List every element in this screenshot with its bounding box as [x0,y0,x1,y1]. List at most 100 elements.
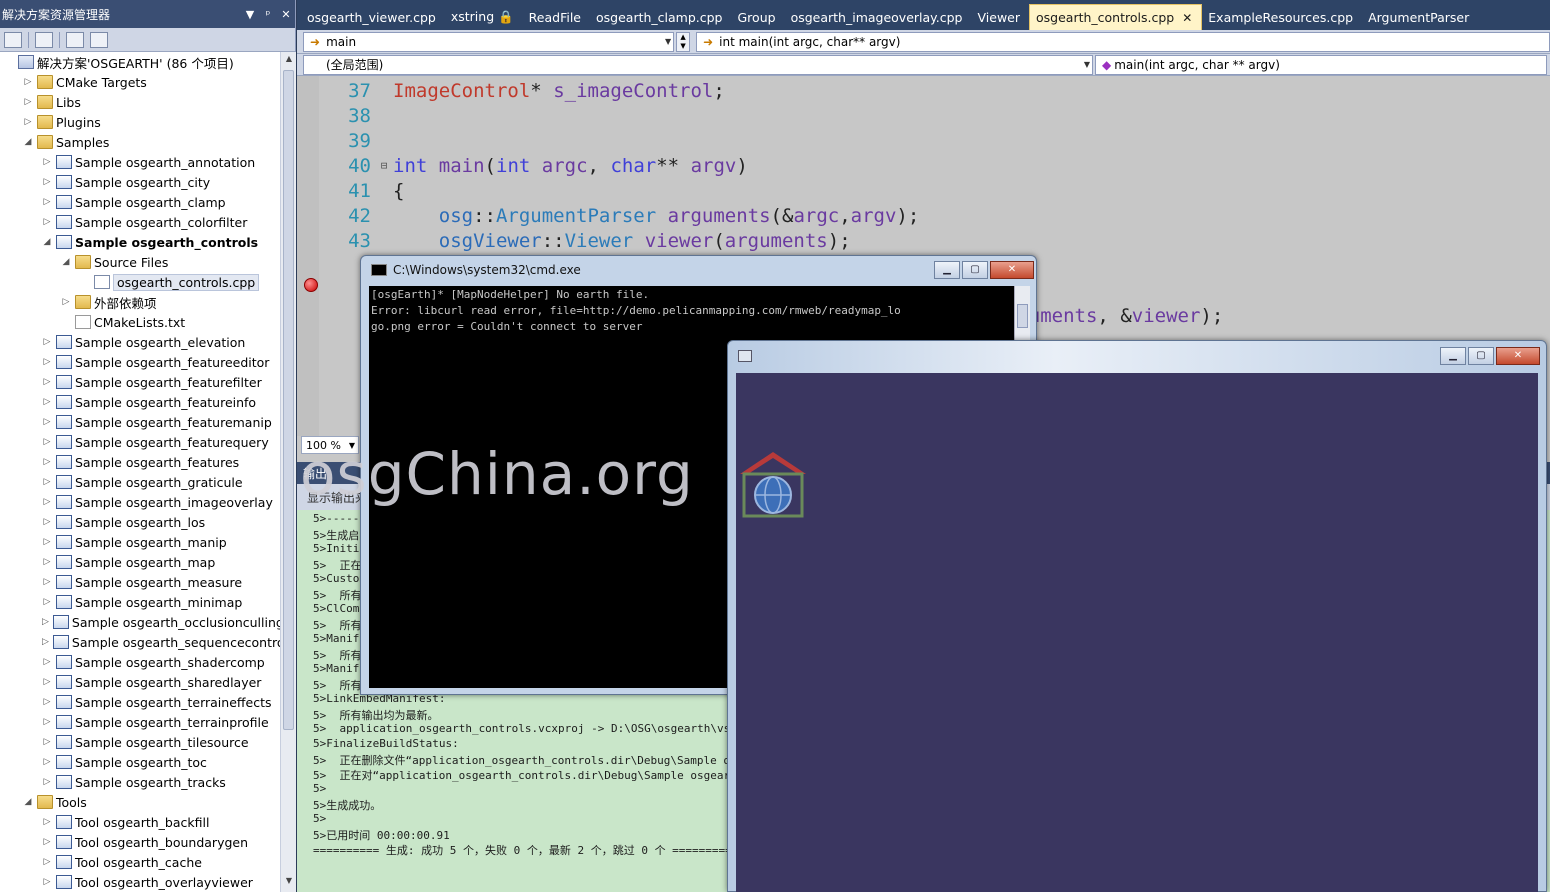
expand-arrow-icon[interactable]: ▷ [42,437,52,447]
scope-dropdown[interactable]: (全局范围) ▼ [303,54,1093,75]
scroll-thumb[interactable] [1017,304,1028,328]
document-tab[interactable]: osgearth_imageoverlay.cpp [785,4,972,30]
tree-item[interactable]: ▷ Sample osgearth_colorfilter [0,212,280,232]
tree-item[interactable]: ▷ Sample osgearth_graticule [0,472,280,492]
tree-item[interactable]: ▷ Sample osgearth_terrainprofile [0,712,280,732]
tree-item[interactable]: ▷ Sample osgearth_occlusionculling [0,612,280,632]
tree-item[interactable]: ▷ Sample osgearth_clamp [0,192,280,212]
document-tab[interactable]: osgearth_controls.cpp ✕ [1029,4,1203,30]
pin-dropdown-icon[interactable]: ▼ [241,8,259,21]
tree-item[interactable]: ▷ Sample osgearth_tilesource [0,732,280,752]
indicator-margin[interactable] [297,76,319,436]
expand-arrow-icon[interactable]: ◢ [23,137,33,147]
scroll-up-icon[interactable]: ▲ [281,54,297,68]
tree-item[interactable]: ▷ Tool osgearth_boundarygen [0,832,280,852]
expand-arrow-icon[interactable]: ▷ [42,177,52,187]
expand-arrow-icon[interactable]: ▷ [42,577,52,587]
tree-item[interactable]: ▷ Sample osgearth_city [0,172,280,192]
close-button[interactable]: ✕ [1496,347,1540,365]
show-all-files-icon[interactable] [4,31,22,48]
cmd-titlebar[interactable]: C:\Windows\system32\cmd.exe ▁ ▢ ✕ [361,256,1036,284]
document-tab[interactable]: Group [732,4,785,30]
tree-item[interactable]: ▷ Sample osgearth_shadercomp [0,652,280,672]
expand-arrow-icon[interactable]: ▷ [42,617,49,627]
expand-arrow-icon[interactable]: ▷ [42,737,52,747]
expand-arrow-icon[interactable]: ▷ [42,697,52,707]
code-line[interactable]: 40 ⊟ int main(int argc, char** argv) [319,153,748,178]
render-canvas[interactable] [736,373,1538,892]
expand-arrow-icon[interactable]: ▷ [42,557,52,567]
tree-item[interactable]: ▷ Tool osgearth_overlayviewer [0,872,280,892]
tree-item[interactable]: ▷ Sample osgearth_featurequery [0,432,280,452]
breakpoint-icon[interactable] [304,278,318,292]
view-class-diagram-icon[interactable] [90,31,108,48]
document-tab[interactable]: osgearth_viewer.cpp [301,4,445,30]
expand-arrow-icon[interactable]: ▷ [42,757,52,767]
properties-icon[interactable] [66,31,84,48]
document-tab[interactable]: osgearth_clamp.cpp [590,4,732,30]
tree-item[interactable]: ▷ CMake Targets [0,72,280,92]
navigation-spinner[interactable]: ▲ ▼ [676,31,691,52]
scroll-down-icon[interactable]: ▼ [281,876,297,890]
refresh-icon[interactable] [35,31,53,48]
code-line[interactable]: 37 ImageControl* s_imageControl; [319,78,725,103]
tree-item[interactable]: ◢ Source Files [0,252,280,272]
tree-item[interactable]: osgearth_controls.cpp [0,272,280,292]
expand-arrow-icon[interactable]: ▷ [61,297,71,307]
expand-arrow-icon[interactable]: ◢ [61,257,71,267]
document-tab[interactable]: ExampleResources.cpp [1202,4,1362,30]
navigation-function-dropdown[interactable]: ➜ int main(int argc, char** argv) [696,31,1550,52]
tree-item[interactable]: ▷ Sample osgearth_toc [0,752,280,772]
expand-arrow-icon[interactable]: ▷ [42,777,52,787]
document-tab[interactable]: ArgumentParser [1362,4,1478,30]
tree-item[interactable]: ▷ Sample osgearth_terraineffects [0,692,280,712]
tree-item[interactable]: ▷ Sample osgearth_elevation [0,332,280,352]
expand-arrow-icon[interactable]: ◢ [23,797,33,807]
maximize-button[interactable]: ▢ [1468,347,1494,365]
maximize-button[interactable]: ▢ [962,261,988,279]
tree-item[interactable]: ▷ Sample osgearth_sharedlayer [0,672,280,692]
expand-arrow-icon[interactable]: ▷ [42,817,52,827]
solution-explorer-scrollbar[interactable]: ▲ ▼ [280,52,296,892]
autohide-pin-icon[interactable]: ᵖ [259,8,277,21]
tree-item[interactable]: ▷ Sample osgearth_featureinfo [0,392,280,412]
expand-arrow-icon[interactable]: ▷ [42,157,52,167]
document-tab[interactable]: xstring 🔒 [445,4,523,30]
navigation-member-dropdown[interactable]: ➜ main ▼ [303,31,675,52]
expand-arrow-icon[interactable]: ▷ [23,77,33,87]
expand-arrow-icon[interactable]: ▷ [42,637,49,647]
expand-arrow-icon[interactable]: ▷ [42,217,52,227]
expand-arrow-icon[interactable]: ▷ [42,597,52,607]
expand-arrow-icon[interactable]: ▷ [42,457,52,467]
expand-arrow-icon[interactable]: ▷ [42,397,52,407]
expand-arrow-icon[interactable]: ▷ [42,537,52,547]
tree-item[interactable]: ▷ Tool osgearth_cache [0,852,280,872]
tree-item[interactable]: ▷ Plugins [0,112,280,132]
code-line[interactable]: 39 [319,128,393,153]
expand-arrow-icon[interactable]: ▷ [42,657,52,667]
minimize-button[interactable]: ▁ [1440,347,1466,365]
expand-arrow-icon[interactable]: ▷ [42,497,52,507]
code-line[interactable]: 41 { [319,178,404,203]
tree-item[interactable]: ▷ Sample osgearth_tracks [0,772,280,792]
expand-arrow-icon[interactable]: ◢ [42,237,52,247]
expand-arrow-icon[interactable]: ▷ [23,117,33,127]
tree-item[interactable]: ▷ Sample osgearth_measure [0,572,280,592]
scroll-thumb[interactable] [283,70,294,730]
tree-item[interactable]: ▷ Sample osgearth_los [0,512,280,532]
tree-item[interactable]: ▷ Sample osgearth_featurefilter [0,372,280,392]
document-tab[interactable]: Viewer [972,4,1030,30]
expand-arrow-icon[interactable]: ▷ [42,677,52,687]
document-tab[interactable]: ReadFile [523,4,590,30]
minimize-button[interactable]: ▁ [934,261,960,279]
expand-arrow-icon[interactable]: ▷ [23,97,33,107]
tree-item[interactable]: ▷ Sample osgearth_minimap [0,592,280,612]
code-line[interactable]: 43 osgViewer::Viewer viewer(arguments); [319,228,851,253]
tree-item[interactable]: ▷ Tool osgearth_backfill [0,812,280,832]
tree-item[interactable]: ▷ Sample osgearth_map [0,552,280,572]
tree-item[interactable]: ▷ Sample osgearth_annotation [0,152,280,172]
tree-item[interactable]: ▷ Sample osgearth_features [0,452,280,472]
tree-item[interactable]: ◢ Tools [0,792,280,812]
close-button[interactable]: ✕ [990,261,1034,279]
tree-item[interactable]: 解决方案'OSGEARTH' (86 个项目) [0,52,280,72]
